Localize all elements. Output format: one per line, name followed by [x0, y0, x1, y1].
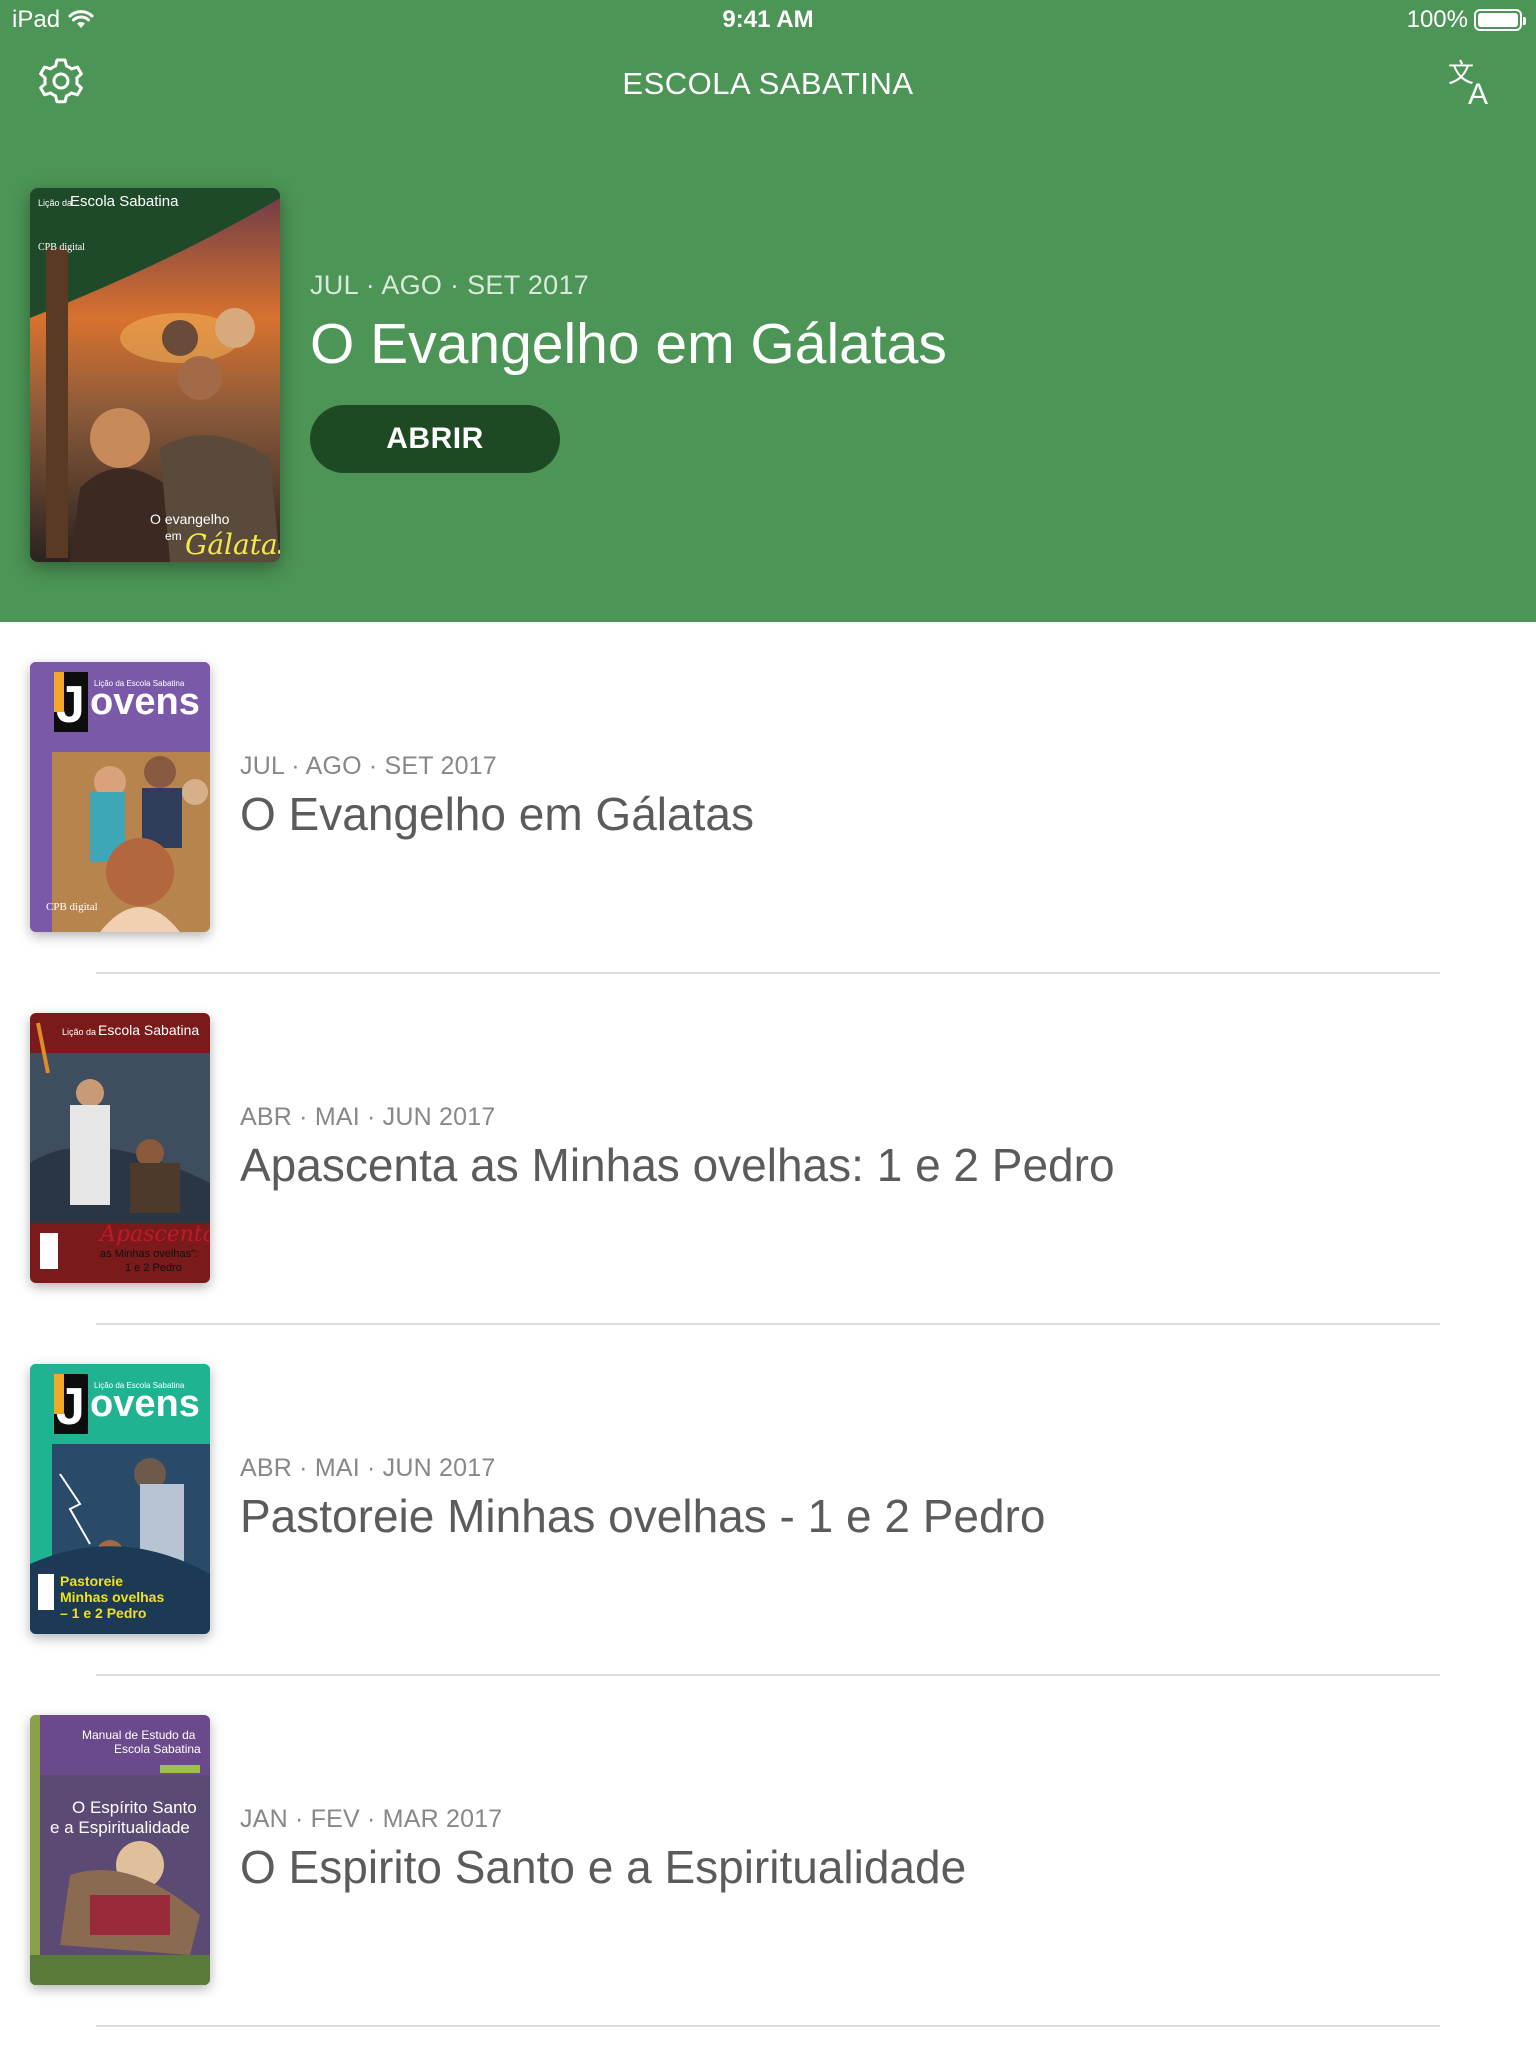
- translate-icon: 文 A: [1448, 59, 1488, 111]
- svg-text:O evangelho: O evangelho: [150, 511, 230, 527]
- featured-title: O Evangelho em Gálatas: [310, 312, 947, 376]
- svg-text:Manual de Estudo da: Manual de Estudo da: [82, 1728, 196, 1742]
- svg-text:Lição da Escola Sabatina: Lição da Escola Sabatina: [94, 679, 185, 688]
- svg-text:Apascenta: Apascenta: [98, 1222, 210, 1247]
- list-item[interactable]: Manual de Estudo da Escola Sabatina O Es…: [0, 1675, 1536, 2025]
- battery-percent: 100%: [1406, 6, 1468, 33]
- svg-text:e a Espiritualidade: e a Espiritualidade: [50, 1818, 190, 1837]
- lesson-title: Apascenta as Minhas ovelhas: 1 e 2 Pedro: [240, 1139, 1115, 1191]
- svg-text:Pastoreie: Pastoreie: [60, 1573, 123, 1589]
- open-button[interactable]: ABRIR: [310, 405, 560, 473]
- featured-quarter: JUL · AGO · SET 2017: [310, 270, 590, 300]
- lesson-quarter: ABR · MAI · JUN 2017: [240, 1454, 496, 1482]
- lesson-quarter: ABR · MAI · JUN 2017: [240, 1103, 496, 1131]
- svg-text:1 e 2 Pedro: 1 e 2 Pedro: [125, 1262, 182, 1274]
- cover-brand: Escola Sabatina: [70, 193, 179, 210]
- divider: [96, 2025, 1440, 2027]
- lesson-cover-image: J ovens Lição da Escola Sabatina CPB dig…: [30, 662, 210, 932]
- page-title: ESCOLA SABATINA: [622, 66, 914, 101]
- header: iPad 9:41 AM 100% ESCOLA SABATINA 文 A Li…: [0, 0, 1536, 622]
- lesson-title: O Evangelho em Gálatas: [240, 788, 754, 840]
- featured-cover-image[interactable]: Lição da Escola Sabatina CPB digital O e…: [30, 188, 280, 562]
- lesson-quarter: JUL · AGO · SET 2017: [240, 752, 497, 780]
- list-item[interactable]: J ovens Lição da Escola Sabatina CPB dig…: [0, 622, 1536, 972]
- svg-text:Lição da: Lição da: [38, 198, 72, 208]
- svg-text:CPB digital: CPB digital: [46, 901, 98, 913]
- lesson-cover-image: Lição da Escola Sabatina Apascenta as Mi…: [30, 1013, 210, 1283]
- battery-icon: [1474, 9, 1526, 31]
- svg-text:em: em: [165, 529, 182, 543]
- svg-text:Minhas ovelhas: Minhas ovelhas: [60, 1589, 164, 1605]
- list-item[interactable]: Lição da Escola Sabatina Apascenta as Mi…: [0, 973, 1536, 1323]
- list-item[interactable]: J ovens Lição da Escola Sabatina Pastore…: [0, 1324, 1536, 1674]
- svg-text:Gálatas: Gálatas: [185, 528, 280, 561]
- svg-text:A: A: [1468, 78, 1488, 108]
- svg-text:as Minhas ovelhas":: as Minhas ovelhas":: [100, 1248, 198, 1260]
- status-time: 9:41 AM: [722, 6, 814, 33]
- svg-text:Lição da Escola Sabatina: Lição da Escola Sabatina: [94, 1381, 185, 1390]
- svg-text:– 1 e 2 Pedro: – 1 e 2 Pedro: [60, 1605, 146, 1621]
- status-bar: iPad 9:41 AM 100%: [0, 0, 1536, 40]
- lesson-cover-image: Manual de Estudo da Escola Sabatina O Es…: [30, 1715, 210, 1985]
- lesson-title: O Espirito Santo e a Espiritualidade: [240, 1841, 967, 1893]
- svg-text:CPB digital: CPB digital: [38, 242, 85, 253]
- svg-text:Escola Sabatina: Escola Sabatina: [114, 1742, 201, 1756]
- lesson-title: Pastoreie Minhas ovelhas - 1 e 2 Pedro: [240, 1490, 1046, 1542]
- navbar: ESCOLA SABATINA 文 A: [0, 50, 1536, 120]
- lesson-quarter: JAN · FEV · MAR 2017: [240, 1805, 503, 1833]
- language-button[interactable]: 文 A: [1446, 56, 1498, 111]
- featured-lesson: JUL · AGO · SET 2017 O Evangelho em Gála…: [310, 270, 947, 473]
- lesson-cover-image: J ovens Lição da Escola Sabatina Pastore…: [30, 1364, 210, 1634]
- svg-text:Escola Sabatina: Escola Sabatina: [98, 1022, 199, 1038]
- svg-text:Lição da: Lição da: [62, 1027, 96, 1037]
- svg-text:O Espírito Santo: O Espírito Santo: [72, 1798, 197, 1817]
